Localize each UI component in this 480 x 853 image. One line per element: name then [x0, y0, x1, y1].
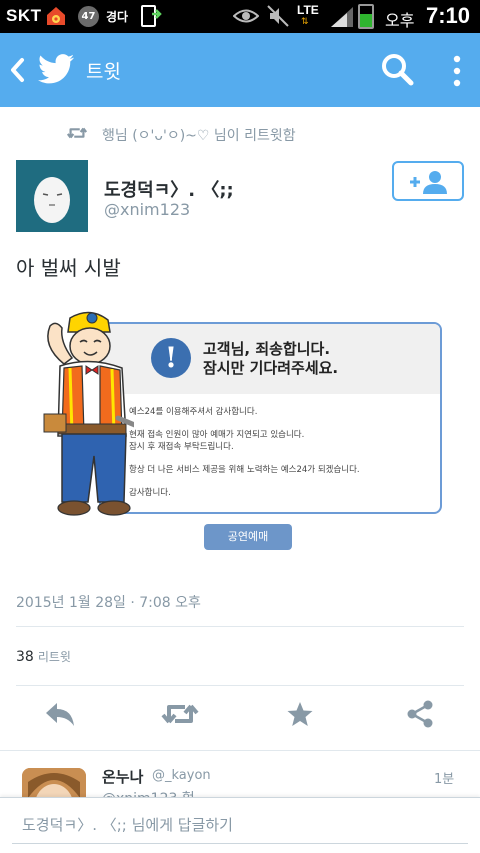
retweet-button[interactable] [160, 700, 200, 736]
more-vert-icon[interactable] [446, 53, 468, 89]
reply-icon [46, 703, 74, 726]
author-avatar[interactable] [16, 160, 88, 232]
exclamation-icon: ! [151, 338, 191, 378]
divider [16, 626, 464, 627]
error-body-line-1: 예스24를 이용해주셔서 감사합니다. [129, 407, 258, 417]
error-notice-headline: 고객님, 죄송합니다. 잠시만 기다려주세요. [203, 340, 338, 378]
reply-author-name[interactable]: 온누나 [102, 766, 143, 787]
error-notice-panel: ! 고객님, 죄송합니다. 잠시만 기다려주세요. 예스24를 이용해주셔서 감… [99, 322, 442, 514]
retweet-icon [161, 704, 199, 724]
reply-time: 1분 [434, 772, 455, 787]
error-body-line-4: 항상 더 나은 서비스 제공을 위해 노력하는 예스24가 되겠습니다. [129, 465, 360, 475]
signal-strength-icon [331, 7, 353, 27]
reply-input[interactable] [12, 806, 468, 844]
favorite-star-icon [287, 702, 313, 726]
tweet-timestamp: 2015년 1월 28일 · 7:08 오후 [16, 595, 201, 611]
download-icon [141, 5, 162, 27]
data-activity-icon: ⇅ [301, 17, 309, 27]
divider [0, 750, 480, 751]
favorite-button[interactable] [280, 700, 320, 736]
error-headline-line-2: 잠시만 기다려주세요. [203, 359, 339, 377]
retweet-small-icon [66, 127, 88, 139]
error-body-line-5: 감사합니다. [129, 488, 171, 498]
error-notice-body: 예스24를 이용해주셔서 감사합니다. 현재 접속 인원이 많아 예매가 지연되… [129, 406, 360, 499]
reply-button[interactable] [40, 700, 80, 736]
tweet-text: 아 벌써 시발 [16, 256, 121, 280]
retweeted-by-label[interactable]: 행님 (ㅇ'ᴗ'ㅇ)~♡ 님이 리트윗함 [102, 125, 296, 145]
ticket-booking-button: 공연예매 [204, 524, 292, 550]
action-bar: 트윗 [0, 33, 480, 107]
egg-avatar-icon [16, 160, 88, 232]
follow-button[interactable] [392, 161, 464, 201]
notification-count-badge: 47 [78, 6, 99, 27]
app-notification-label: 경다 [106, 10, 129, 24]
reply-composer [0, 797, 480, 853]
retweet-count[interactable]: 38 리트윗 [16, 648, 71, 665]
network-type-label: LTE [297, 3, 319, 17]
smart-stay-eye-icon [233, 9, 259, 23]
error-notice-header: ! 고객님, 죄송합니다. 잠시만 기다려주세요. [101, 324, 440, 394]
divider [16, 685, 464, 686]
page-title: 트윗 [86, 61, 121, 83]
retweet-count-label: 리트윗 [37, 650, 71, 664]
reply-author-handle[interactable]: @_kayon [152, 768, 211, 783]
back-chevron-icon[interactable] [6, 55, 28, 85]
home-notification-icon [47, 7, 65, 25]
share-icon [407, 700, 433, 728]
twitter-bird-icon[interactable] [38, 53, 74, 85]
tweet-media-image[interactable]: ! 고객님, 죄송합니다. 잠시만 기다려주세요. 예스24를 이용해주셔서 감… [16, 306, 448, 562]
battery-icon [358, 4, 374, 29]
mute-icon [267, 5, 289, 27]
carrier-label: SKT [6, 6, 42, 25]
share-button[interactable] [400, 700, 440, 736]
add-user-icon [410, 171, 447, 194]
clock-ampm: 오후 [385, 11, 415, 30]
retweet-count-value: 38 [16, 649, 34, 665]
construction-worker-illustration-icon [43, 311, 134, 516]
author-name[interactable]: 도경덕ㅋ〉. 〈;; [104, 176, 234, 202]
error-body-line-2: 현재 접속 인원이 많아 예매가 지연되고 있습니다. [129, 430, 305, 440]
status-bar: SKT 47 경다 LTE ⇅ 오후 7:10 [0, 0, 480, 33]
author-handle[interactable]: @xnim123 [104, 200, 190, 219]
error-body-line-3: 잠시 후 재접속 부탁드립니다. [129, 442, 234, 452]
search-icon[interactable] [378, 51, 416, 89]
error-headline-line-1: 고객님, 죄송합니다. [203, 340, 331, 358]
clock-time: 7:10 [426, 3, 471, 28]
